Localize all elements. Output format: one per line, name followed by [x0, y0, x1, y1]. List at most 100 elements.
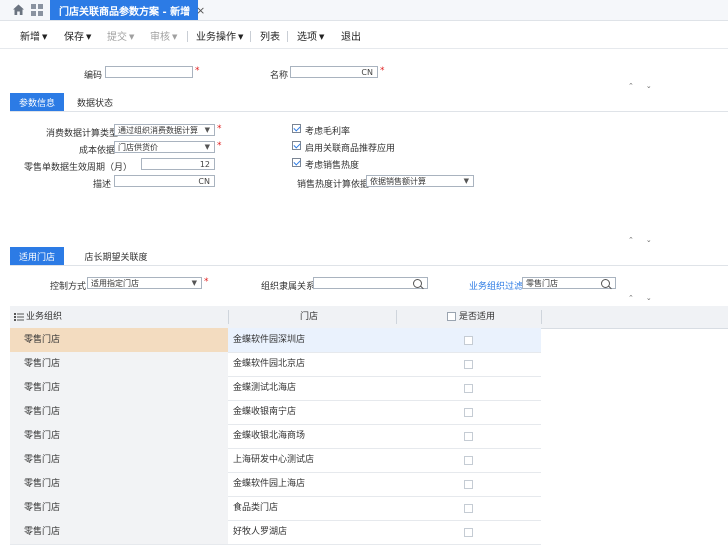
table-row[interactable]: 零售门店 金蝶收银南宁店: [10, 400, 541, 425]
org-filter-link[interactable]: 业务组织过滤: [469, 279, 523, 292]
desc-input[interactable]: CN: [114, 175, 215, 187]
toolbar-divider: [250, 31, 251, 42]
submit-label: 提交: [107, 32, 127, 43]
chevron-down-icon: ▼: [191, 279, 197, 287]
top-tab-bar: 门店关联商品参数方案 - 新增 ×: [0, 0, 728, 21]
close-icon[interactable]: ×: [196, 4, 205, 17]
table-row[interactable]: 零售门店 金蝶测试北海店: [10, 376, 541, 401]
exit-button[interactable]: 退出: [341, 28, 361, 43]
cell-store: 金蝶收银南宁店: [233, 407, 297, 417]
language-suffix[interactable]: CN: [361, 67, 373, 78]
collapse-toggle[interactable]: ⌃⌄: [628, 294, 664, 302]
code-label: 编码: [84, 71, 103, 81]
applicable-checkbox[interactable]: [464, 384, 473, 393]
cell-applicable: [396, 448, 541, 472]
list-button[interactable]: 列表: [260, 28, 280, 43]
cell-org: 零售门店: [10, 448, 228, 472]
table-row[interactable]: 零售门店 好牧人罗湖店: [10, 520, 541, 545]
applicable-checkbox[interactable]: [464, 336, 473, 345]
required-mark: *: [217, 124, 222, 134]
code-input[interactable]: [105, 66, 193, 78]
col-header-applicable[interactable]: 是否适用: [459, 306, 495, 328]
collapse-toggle[interactable]: ⌃⌄: [628, 236, 664, 244]
cell-applicable: [396, 376, 541, 400]
submit-button[interactable]: 提交 ▼: [107, 28, 134, 43]
applicable-checkbox[interactable]: [464, 456, 473, 465]
select-all-checkbox[interactable]: [447, 312, 456, 321]
options-label: 选项: [297, 32, 317, 43]
org-filter-value: 零售门店: [526, 279, 558, 288]
table-row[interactable]: 零售门店 金蝶收银北海商场: [10, 424, 541, 449]
required-mark: *: [204, 277, 209, 287]
cell-store: 好牧人罗湖店: [233, 527, 288, 537]
heat-basis-value: 依据销售额计算: [370, 177, 426, 186]
recommend-checkbox-label: 启用关联商品推荐应用: [305, 144, 396, 154]
col-header-org[interactable]: 业务组织: [26, 306, 62, 328]
col-header-store[interactable]: 门店: [300, 306, 318, 328]
control-mode-select[interactable]: 适用指定门店 ▼: [87, 277, 202, 289]
recommend-checkbox[interactable]: [292, 141, 301, 150]
stores-table-header: 业务组织 门店 是否适用: [10, 306, 728, 329]
consume-calc-value: 通过组织消费数据计算: [118, 126, 198, 135]
applicable-checkbox[interactable]: [464, 480, 473, 489]
cell-org: 零售门店: [10, 328, 228, 352]
tab-title: 门店关联商品参数方案 - 新增: [59, 6, 191, 18]
language-suffix[interactable]: CN: [198, 176, 210, 187]
heat-checkbox[interactable]: [292, 158, 301, 167]
heat-basis-select[interactable]: 依据销售额计算 ▼: [366, 175, 474, 187]
cell-applicable: [396, 328, 541, 352]
app-grid-icon[interactable]: [31, 4, 43, 16]
name-input[interactable]: CN: [290, 66, 378, 78]
store-section-tabs: 适用门店 店长期望关联度: [10, 247, 728, 266]
applicable-checkbox[interactable]: [464, 408, 473, 417]
margin-checkbox[interactable]: [292, 124, 301, 133]
column-divider: [228, 310, 229, 324]
table-row[interactable]: 零售门店 金蝶软件园上海店: [10, 472, 541, 497]
cell-store: 上海研发中心测试店: [233, 455, 315, 465]
new-label: 新增: [20, 32, 40, 43]
audit-button[interactable]: 审核 ▼: [150, 28, 177, 43]
cell-org: 零售门店: [10, 520, 228, 544]
chevron-down-icon: ▼: [463, 177, 469, 185]
new-button[interactable]: 新增 ▼: [20, 28, 47, 43]
options-button[interactable]: 选项 ▼: [297, 28, 324, 43]
cell-org: 零售门店: [10, 376, 228, 400]
home-icon[interactable]: [12, 3, 25, 16]
tab-store-product-param-new[interactable]: 门店关联商品参数方案 - 新增: [50, 0, 199, 20]
toolbar: 新增 ▼ 保存 ▼ 提交 ▼ 审核 ▼ 业务操作 ▼ 列表 选项 ▼ 退出: [0, 22, 728, 49]
save-button[interactable]: 保存 ▼: [64, 28, 91, 43]
business-ops-button[interactable]: 业务操作 ▼: [196, 28, 243, 43]
cell-org: 零售门店: [10, 472, 228, 496]
consume-calc-label: 消费数据计算类型: [46, 129, 119, 139]
chevron-down-icon: ▼: [319, 33, 325, 41]
org-filter-input[interactable]: 零售门店: [522, 277, 616, 289]
column-settings-icon[interactable]: [14, 312, 24, 322]
retail-period-input[interactable]: 12: [141, 158, 215, 170]
search-icon[interactable]: [413, 279, 422, 288]
org-relation-input[interactable]: [313, 277, 428, 289]
cost-basis-label: 成本依据: [79, 146, 116, 156]
org-relation-label: 组织隶属关系: [261, 282, 316, 292]
tab-data-status[interactable]: 数据状态: [68, 93, 122, 111]
applicable-checkbox[interactable]: [464, 360, 473, 369]
consume-calc-select[interactable]: 通过组织消费数据计算 ▼: [114, 124, 215, 136]
applicable-checkbox[interactable]: [464, 432, 473, 441]
cost-basis-select[interactable]: 门店供货价 ▼: [114, 141, 215, 153]
applicable-checkbox[interactable]: [464, 528, 473, 537]
table-row[interactable]: 零售门店 食品类门店: [10, 496, 541, 521]
table-row[interactable]: 零售门店 上海研发中心测试店: [10, 448, 541, 473]
tab-param-info[interactable]: 参数信息: [10, 93, 64, 111]
table-row[interactable]: 零售门店 金蝶软件园北京店: [10, 352, 541, 377]
tab-applicable-stores[interactable]: 适用门店: [10, 247, 64, 265]
control-mode-label: 控制方式: [50, 282, 87, 292]
chevron-down-icon: ▼: [204, 126, 210, 134]
applicable-checkbox[interactable]: [464, 504, 473, 513]
cell-applicable: [396, 472, 541, 496]
table-row[interactable]: 零售门店 金蝶软件园深圳店: [10, 328, 541, 353]
tab-manager-relevance[interactable]: 店长期望关联度: [68, 247, 164, 265]
search-icon[interactable]: [601, 279, 610, 288]
chevron-down-icon: ▼: [86, 33, 92, 41]
cell-applicable: [396, 520, 541, 544]
required-mark: *: [380, 66, 385, 76]
collapse-toggle[interactable]: ⌃⌄: [628, 82, 664, 90]
